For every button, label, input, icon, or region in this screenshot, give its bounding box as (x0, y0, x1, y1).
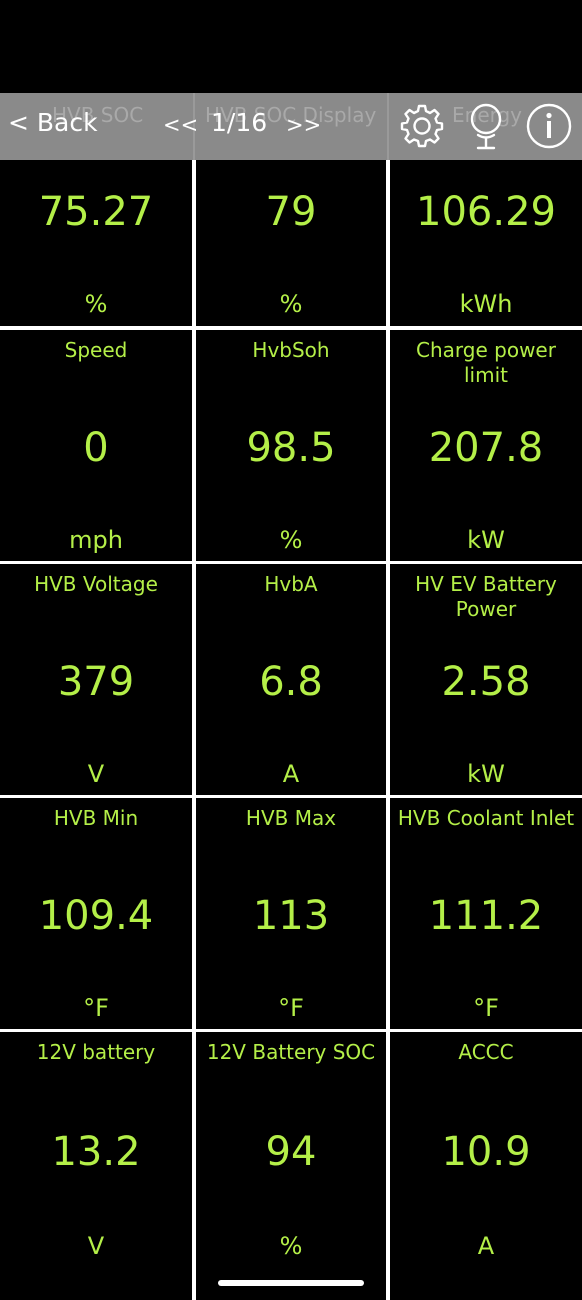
gauge-value: 75.27 (38, 189, 154, 235)
back-button[interactable]: < Back (8, 108, 98, 137)
gauge-cell[interactable]: ACCC 10.9 A (390, 1032, 582, 1300)
info-icon[interactable] (524, 101, 574, 151)
gauge-value: 106.29 (416, 189, 556, 235)
toolbar-divider (387, 93, 389, 160)
gauge-cell[interactable]: 12V Battery SOC 94% (196, 1032, 386, 1300)
gauge-unit: °F (83, 994, 109, 1022)
gauge-label: Speed (64, 338, 128, 362)
gauge-unit: A (477, 1232, 495, 1260)
gauge-unit: kWh (459, 290, 513, 318)
gauge-cell[interactable]: 79% (196, 160, 386, 326)
gauge-label: HVB Coolant Inlet (397, 806, 575, 830)
gauge-label: HvbA (264, 572, 318, 596)
gauge-unit: % (279, 1232, 303, 1260)
toolbar: HVB SOC HVB SOC Display Energy < Back <<… (0, 93, 582, 160)
gauge-cell[interactable]: HvbA 6.8 A (196, 564, 386, 795)
gauge-unit: kW (467, 760, 505, 788)
gear-icon[interactable] (397, 101, 447, 151)
gauge-value: 10.9 (441, 1129, 531, 1175)
gauge-value: 109.4 (38, 893, 154, 939)
status-bar (0, 0, 582, 93)
gauge-cell[interactable]: HvbSoh 98.5% (196, 330, 386, 561)
gauge-unit: V (87, 1232, 105, 1260)
gauge-value: 79 (265, 189, 317, 235)
gauge-value: 379 (57, 659, 135, 705)
gauge-label: Charge power limit (416, 338, 556, 387)
gauge-unit: % (279, 290, 303, 318)
gauge-label: ACCC (458, 1040, 514, 1064)
gauge-label: 12V Battery SOC (206, 1040, 376, 1064)
gauge-label: HVB Min (53, 806, 139, 830)
microphone-icon[interactable] (461, 101, 511, 151)
gauge-cell[interactable]: 12V battery 13.2 V (0, 1032, 192, 1300)
gauge-grid: 75.27% 79% 106.29 kWh Speed 0 mph HvbSoh 98.5% Ch… (0, 160, 582, 1300)
gauge-unit: % (279, 526, 303, 554)
gauge-cell[interactable]: HVB Coolant Inlet 111.2 °F (390, 798, 582, 1029)
gauge-value: 94 (265, 1129, 317, 1175)
gauge-cell[interactable]: HVB Min 109.4 °F (0, 798, 192, 1029)
gauge-unit: % (84, 290, 108, 318)
gauge-cell[interactable]: 106.29 kWh (390, 160, 582, 326)
home-indicator[interactable] (218, 1280, 364, 1286)
gauge-cell[interactable]: HV EV Battery Power 2.58 kW (390, 564, 582, 795)
gauge-cell[interactable]: HVB Max 113 °F (196, 798, 386, 1029)
gauge-unit: mph (69, 526, 123, 554)
gauge-cell[interactable]: 75.27% (0, 160, 192, 326)
gauge-cell[interactable]: Speed 0 mph (0, 330, 192, 561)
gauge-value: 207.8 (428, 425, 544, 471)
gauge-label: HVB Max (245, 806, 337, 830)
gauge-cell[interactable]: Charge power limit 207.8 kW (390, 330, 582, 561)
gauge-label: 12V battery (36, 1040, 156, 1064)
gauge-value: 6.8 (259, 659, 323, 705)
gauge-label: HvbSoh (252, 338, 330, 362)
gauge-cell[interactable]: HVB Voltage 379 V (0, 564, 192, 795)
gauge-unit: kW (467, 526, 505, 554)
gauge-unit: °F (473, 994, 499, 1022)
gauge-value: 2.58 (441, 659, 531, 705)
previous-page-button[interactable]: << (163, 113, 198, 137)
gauge-unit: V (87, 760, 105, 788)
gauge-value: 0 (83, 425, 109, 471)
next-page-button[interactable]: >> (286, 113, 321, 137)
gauge-value: 13.2 (51, 1129, 141, 1175)
gauge-label: HV EV Battery Power (415, 572, 557, 621)
gauge-unit: A (282, 760, 300, 788)
gauge-value: 111.2 (428, 893, 544, 939)
gauge-value: 113 (252, 893, 330, 939)
page-indicator: 1/16 (211, 108, 268, 137)
gauge-label: HVB Voltage (34, 572, 158, 596)
gauge-value: 98.5 (246, 425, 336, 471)
gauge-unit: °F (278, 994, 304, 1022)
